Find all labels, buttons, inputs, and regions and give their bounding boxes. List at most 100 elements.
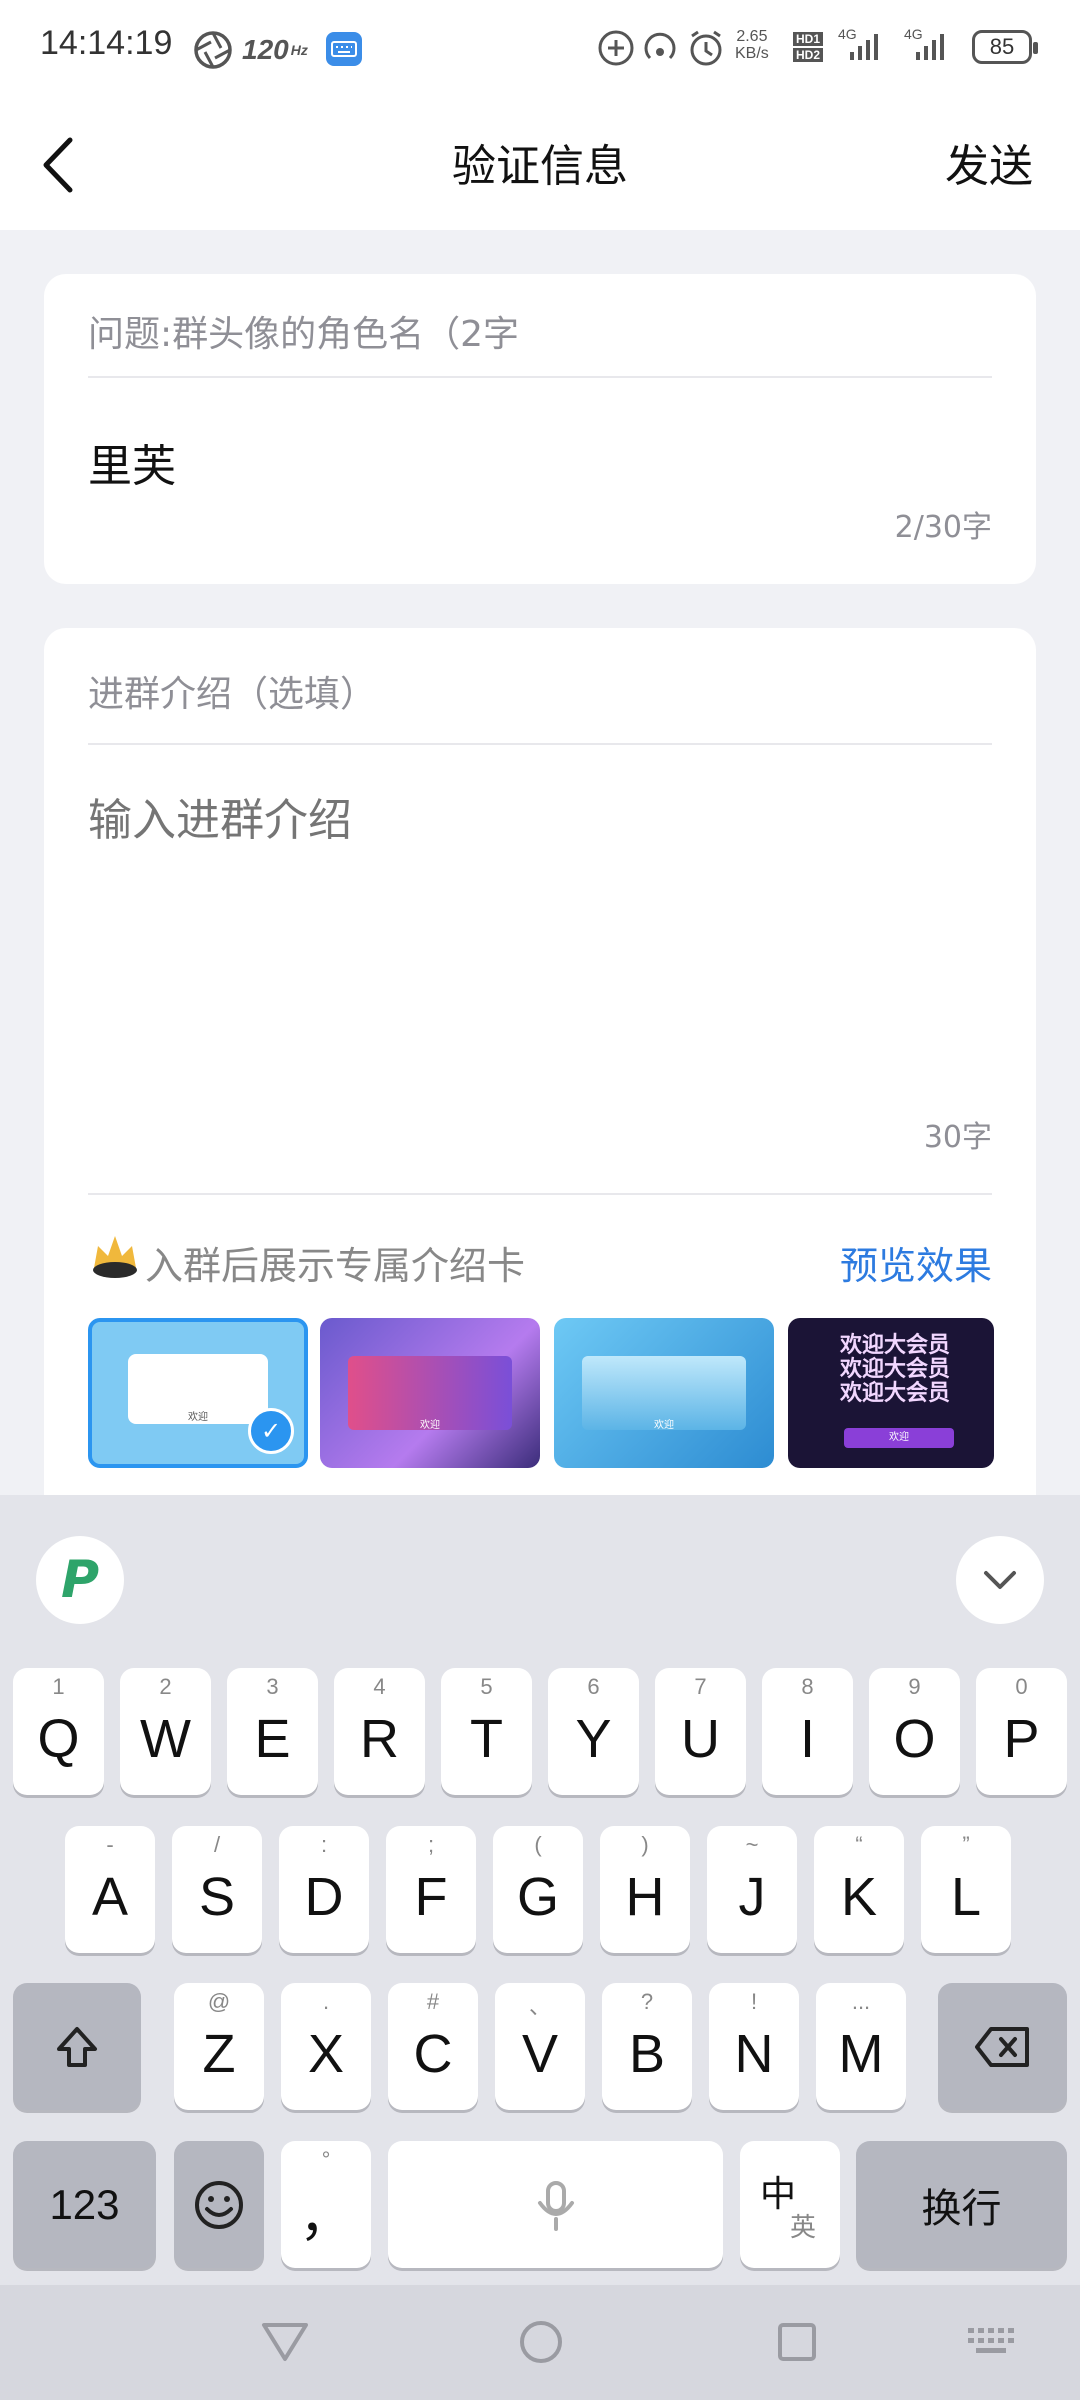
key-y[interactable]: 6Y [548,1668,639,1795]
language-switch-key[interactable]: 中 英 [740,2141,840,2268]
answer-char-count: 2/30字 [894,510,992,545]
key-label: M [838,2023,884,2084]
thumb-title-line: 欢迎大会员 [839,1381,950,1406]
key-a[interactable]: -A [65,1826,155,1953]
chevron-down-icon [984,1571,1016,1589]
key-o[interactable]: 9O [869,1668,960,1795]
key-label: Q [37,1708,80,1769]
recents-nav-button[interactable] [770,2315,824,2373]
key-label: G [516,1866,559,1927]
refresh-rate-value: 120 [242,34,289,65]
key-v[interactable]: 、 V [495,1983,585,2110]
hz-icon: Hz [290,42,308,58]
key-hint: - [106,1832,114,1857]
signal-icon-2: 4G [904,26,944,60]
key-hint: 7 [694,1674,707,1699]
shift-key[interactable] [13,1983,141,2110]
key-hint: 4 [373,1674,386,1699]
space-key[interactable] [388,2141,723,2268]
key-hint: : [320,1832,328,1857]
intro-card-option-1[interactable]: 欢迎 ✓ [88,1318,308,1468]
intro-card-option-2[interactable]: 欢迎 [320,1318,540,1468]
key-d[interactable]: :D [279,1826,369,1953]
key-f[interactable]: ; F [386,1826,476,1953]
key-m[interactable]: ... M [816,1983,906,2110]
key-u[interactable]: 7U [655,1668,746,1795]
key-hint: ~ [745,1832,759,1857]
key-label: R [360,1708,399,1769]
circle-home-icon [520,2321,562,2363]
thumb-caption: 欢迎 [188,1412,208,1423]
key-hint: “ [855,1832,863,1857]
enter-key[interactable]: 换行 [856,2141,1067,2268]
thumb-caption: 欢迎 [654,1420,674,1431]
key-label: I [799,1708,815,1769]
thumb-title: 欢迎大会员 欢迎大会员 欢迎大会员 [810,1334,980,1406]
key-hint: ; [427,1832,435,1857]
intro-char-count: 30字 [923,1120,992,1155]
key-hint: ? [640,1989,654,2014]
divider [88,376,992,378]
key-label: S [198,1866,236,1927]
key-hint: 5 [480,1674,493,1699]
backspace-key[interactable] [938,1983,1067,2110]
square-recents-icon [778,2323,816,2361]
thumb-title-line: 欢迎大会员 [839,1333,950,1358]
key-hint: ... [851,1989,871,2014]
page-title: 验证信息 [452,142,628,191]
key-label: W [140,1708,191,1769]
key-c[interactable]: # C [388,1983,478,2110]
comma-key[interactable]: °， [281,2141,371,2268]
alarm-icon [686,28,726,72]
key-l[interactable]: ” L [921,1826,1011,1953]
ime-logo-icon[interactable]: P [36,1536,124,1624]
net-speed-value: 2.65 [736,28,768,45]
key-k[interactable]: “K [814,1826,904,1953]
key-n[interactable]: ! N [709,1983,799,2110]
key-x[interactable]: .X [281,1983,371,2110]
keyboard-switch-button[interactable] [964,2322,1018,2366]
key-j[interactable]: ~ J [707,1826,797,1953]
keyboard-grid-icon [968,2328,1014,2353]
answer-field[interactable]: 里芙 [88,430,176,494]
back-nav-button[interactable] [258,2315,312,2373]
divider [88,1193,992,1195]
key-label: E [254,1708,291,1769]
send-button[interactable]: 发送 [945,130,1033,194]
key-hint: 、 [528,1994,551,2019]
key-i[interactable]: 8I [762,1668,853,1795]
key-e[interactable]: 3E [227,1668,318,1795]
intro-label: 进群介绍（选填） [88,674,377,715]
key-hint: 8 [801,1674,814,1699]
key-h[interactable]: ) H [600,1826,690,1953]
key-label: N [734,2023,774,2084]
key-label: Z [202,2023,236,2084]
status-time: 14:14:19 [40,24,173,62]
key-t[interactable]: 5T [441,1668,532,1795]
aperture-icon [192,24,234,76]
key-g[interactable]: (G [493,1826,583,1953]
key-p[interactable]: 0P [976,1668,1067,1795]
emoji-key[interactable] [174,2141,264,2268]
key-r[interactable]: 4R [334,1668,425,1795]
shift-icon [57,2026,97,2067]
key-s[interactable]: / S [172,1826,262,1953]
key-hint: # [426,1989,440,2014]
hide-keyboard-button[interactable] [956,1536,1044,1624]
key-q[interactable]: 1Q [13,1668,104,1795]
key-hint: ” [962,1832,970,1857]
question-text: 问题:群头像的角色名（2字 [88,314,520,355]
home-nav-button[interactable] [514,2315,568,2373]
intro-card-option-4[interactable]: 欢迎大会员 欢迎大会员 欢迎大会员 欢迎 [788,1318,994,1468]
numbers-key[interactable]: 123 [13,2141,156,2268]
key-hint: 6 [587,1674,600,1699]
key-label: T [470,1708,503,1769]
key-w[interactable]: 2W [120,1668,211,1795]
key-label: A [91,1866,129,1927]
key-z[interactable]: @ Z [174,1983,264,2110]
preview-link[interactable]: 预览效果 [840,1235,992,1290]
intro-card-option-3[interactable]: 欢迎 [554,1318,774,1468]
intro-input[interactable] [88,795,988,846]
key-b[interactable]: ? B [602,1983,692,2110]
key-hint: 1 [52,1674,65,1699]
